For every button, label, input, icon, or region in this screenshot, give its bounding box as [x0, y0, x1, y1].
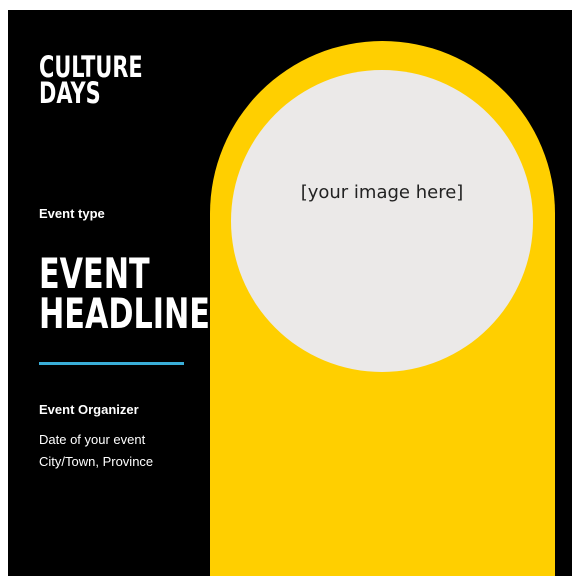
headline-line-1: EVENT [39, 249, 150, 298]
image-placeholder-text: [your image here] [300, 182, 464, 203]
event-poster: CULTURE DAYS Event type EVENT HEADLINE E… [8, 10, 572, 576]
event-headline: EVENT HEADLINE [39, 249, 210, 338]
event-organizer: Event Organizer [39, 402, 139, 417]
divider-line [39, 362, 184, 365]
headline-line-2: HEADLINE [39, 289, 210, 338]
event-location: City/Town, Province [39, 454, 154, 469]
event-type-label: Event type [39, 206, 105, 221]
image-placeholder-circle[interactable]: [your image here] [231, 70, 533, 372]
culture-days-logo: CULTURE DAYS [39, 53, 143, 108]
event-date: Date of your event [39, 432, 146, 447]
event-details: Date of your event City/Town, Province [39, 429, 153, 473]
